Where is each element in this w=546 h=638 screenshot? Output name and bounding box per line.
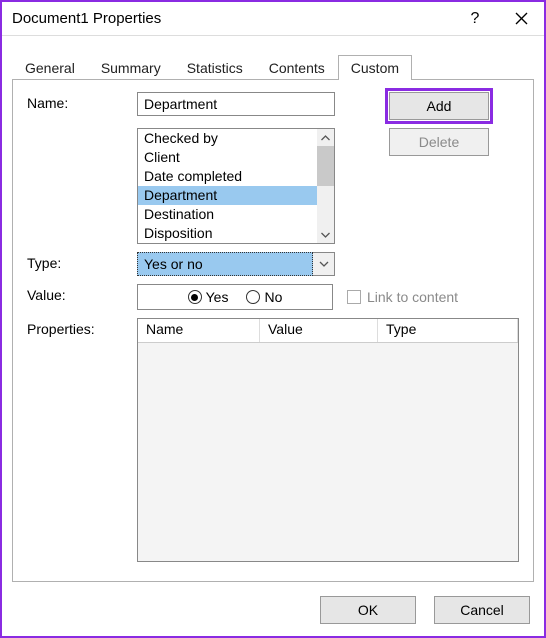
list-item[interactable]: Checked by — [138, 129, 317, 148]
link-to-content-checkbox: Link to content — [347, 289, 458, 305]
properties-body — [138, 343, 518, 561]
list-item[interactable]: Date completed — [138, 167, 317, 186]
titlebar: Document1 Properties ? — [2, 2, 544, 36]
scroll-up-arrow-icon[interactable] — [317, 129, 334, 146]
close-button[interactable] — [498, 2, 544, 36]
tab-statistics[interactable]: Statistics — [174, 55, 256, 80]
value-no-label: No — [264, 289, 282, 305]
type-select-value: Yes or no — [137, 252, 313, 276]
list-item[interactable]: Disposition — [138, 224, 317, 243]
label-type: Type: — [27, 252, 127, 276]
tab-general[interactable]: General — [12, 55, 88, 80]
tab-summary[interactable]: Summary — [88, 55, 174, 80]
properties-col-type[interactable]: Type — [378, 319, 518, 342]
radio-icon — [188, 290, 202, 304]
checkbox-icon — [347, 290, 361, 304]
help-icon: ? — [471, 10, 480, 28]
label-value: Value: — [27, 284, 127, 310]
tab-contents[interactable]: Contents — [256, 55, 338, 80]
ok-button[interactable]: OK — [320, 596, 416, 624]
properties-header: Name Value Type — [138, 319, 518, 343]
properties-col-name[interactable]: Name — [138, 319, 260, 342]
radio-icon — [246, 290, 260, 304]
type-select-arrow[interactable] — [313, 252, 335, 276]
name-input[interactable] — [137, 92, 335, 116]
properties-col-value[interactable]: Value — [260, 319, 378, 342]
custom-panel: Name: Add Checked by Client Date complet… — [12, 80, 534, 582]
list-item[interactable]: Department — [138, 186, 317, 205]
chevron-down-icon — [319, 261, 329, 267]
name-listbox-items: Checked by Client Date completed Departm… — [138, 129, 317, 243]
type-select[interactable]: Yes or no — [137, 252, 335, 276]
name-listbox-scrollbar[interactable] — [317, 129, 334, 243]
scrollbar-track[interactable] — [317, 186, 334, 226]
value-no-radio[interactable]: No — [246, 289, 282, 305]
scrollbar-thumb[interactable] — [317, 146, 334, 186]
link-to-content-label: Link to content — [367, 289, 458, 305]
value-radio-group: Yes No — [137, 284, 333, 310]
dialog-buttons: OK Cancel — [2, 590, 544, 636]
dialog-title: Document1 Properties — [12, 10, 452, 27]
list-item[interactable]: Destination — [138, 205, 317, 224]
tabstrip: General Summary Statistics Contents Cust… — [12, 52, 534, 80]
properties-list[interactable]: Name Value Type — [137, 318, 519, 562]
value-yes-radio[interactable]: Yes — [188, 289, 229, 305]
label-name: Name: — [27, 92, 127, 120]
scroll-down-arrow-icon[interactable] — [317, 226, 334, 243]
cancel-button[interactable]: Cancel — [434, 596, 530, 624]
label-properties: Properties: — [27, 318, 127, 562]
close-icon — [515, 12, 528, 25]
name-listbox[interactable]: Checked by Client Date completed Departm… — [137, 128, 335, 244]
add-button[interactable]: Add — [389, 92, 489, 120]
value-yes-label: Yes — [206, 289, 229, 305]
tab-custom[interactable]: Custom — [338, 55, 412, 80]
list-item[interactable]: Client — [138, 148, 317, 167]
help-button[interactable]: ? — [452, 2, 498, 36]
delete-button: Delete — [389, 128, 489, 156]
